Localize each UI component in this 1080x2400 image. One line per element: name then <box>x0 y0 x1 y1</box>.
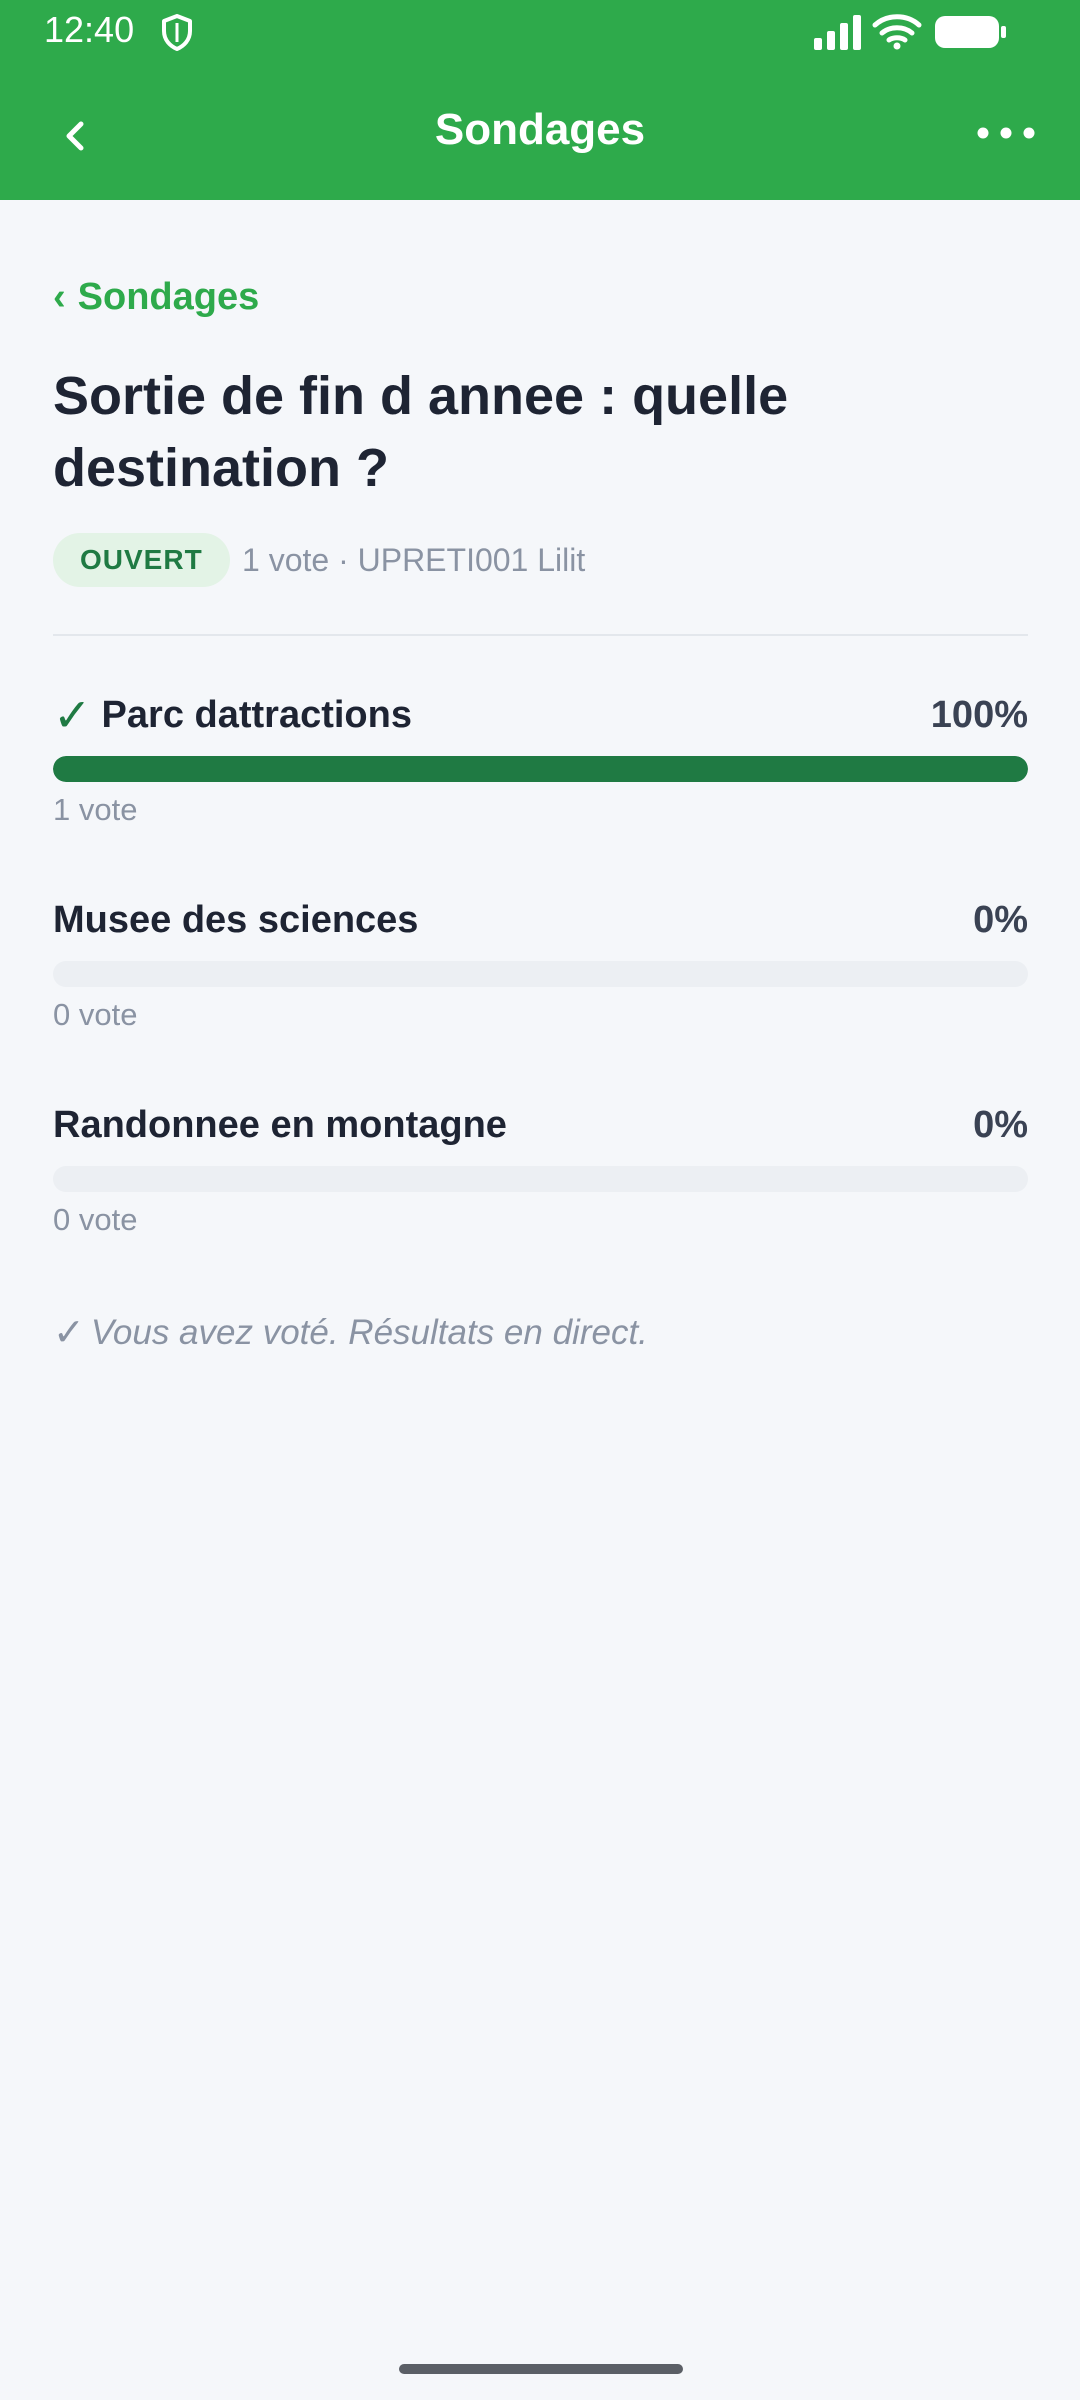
option-label-text: Randonnee en montagne <box>53 1104 507 1146</box>
option-percent: 0% <box>973 899 1028 941</box>
more-horizontal-icon <box>977 127 1035 139</box>
vote-confirmation-note: ✓ Vous avez voté. Résultats en direct. <box>53 1310 648 1356</box>
status-bar: 12:40 <box>0 0 1080 66</box>
check-icon: ✓ <box>53 689 92 741</box>
poll-option-2[interactable]: Musee des sciences 0% 0 vote <box>53 895 1028 1075</box>
app-bar: Sondages <box>0 66 1080 200</box>
option-percent: 100% <box>930 694 1028 736</box>
vote-note-text: Vous avez voté. Résultats en direct. <box>90 1313 648 1352</box>
option-percent: 0% <box>973 1104 1028 1146</box>
option-label: Randonnee en montagne <box>53 1100 507 1150</box>
shield-icon <box>162 14 192 51</box>
option-progress-track <box>53 1166 1028 1192</box>
more-options-button[interactable] <box>968 108 1044 158</box>
divider <box>53 634 1028 636</box>
breadcrumb-link[interactable]: ‹ Sondages <box>53 272 259 322</box>
option-label: ✓ Parc dattractions <box>53 690 412 740</box>
option-label-text: Musee des sciences <box>53 899 419 941</box>
option-progress-track <box>53 961 1028 987</box>
breadcrumb-label: Sondages <box>77 276 260 318</box>
battery-icon <box>935 16 1006 48</box>
option-label: Musee des sciences <box>53 895 418 945</box>
poll-screen: 12:40 Sondages ‹ Sondages Sortie de fin … <box>0 0 1080 2400</box>
app-title: Sondages <box>434 105 646 154</box>
poll-title: Sortie de fin d annee : quelle destinati… <box>53 366 789 498</box>
signal-icon <box>814 15 861 50</box>
check-icon: ✓ <box>53 1312 85 1354</box>
option-votes: 1 vote <box>53 792 138 827</box>
chevron-left-icon: ‹ <box>53 276 66 318</box>
status-time: 12:40 <box>44 9 135 50</box>
poll-meta: 1 vote · UPRETI001 Lilit <box>242 542 586 578</box>
poll-option-1[interactable]: ✓ Parc dattractions 100% 1 vote <box>53 690 1028 870</box>
option-progress-track <box>53 756 1028 782</box>
header: 12:40 Sondages <box>0 0 1080 200</box>
wifi-icon <box>872 14 922 50</box>
home-indicator[interactable] <box>399 2364 683 2374</box>
option-votes: 0 vote <box>53 1202 138 1237</box>
option-progress-fill <box>53 756 1028 782</box>
status-badge: OUVERT <box>53 533 230 587</box>
option-votes: 0 vote <box>53 997 138 1032</box>
option-label-text: Parc dattractions <box>101 694 412 736</box>
poll-option-3[interactable]: Randonnee en montagne 0% 0 vote <box>53 1100 1028 1280</box>
